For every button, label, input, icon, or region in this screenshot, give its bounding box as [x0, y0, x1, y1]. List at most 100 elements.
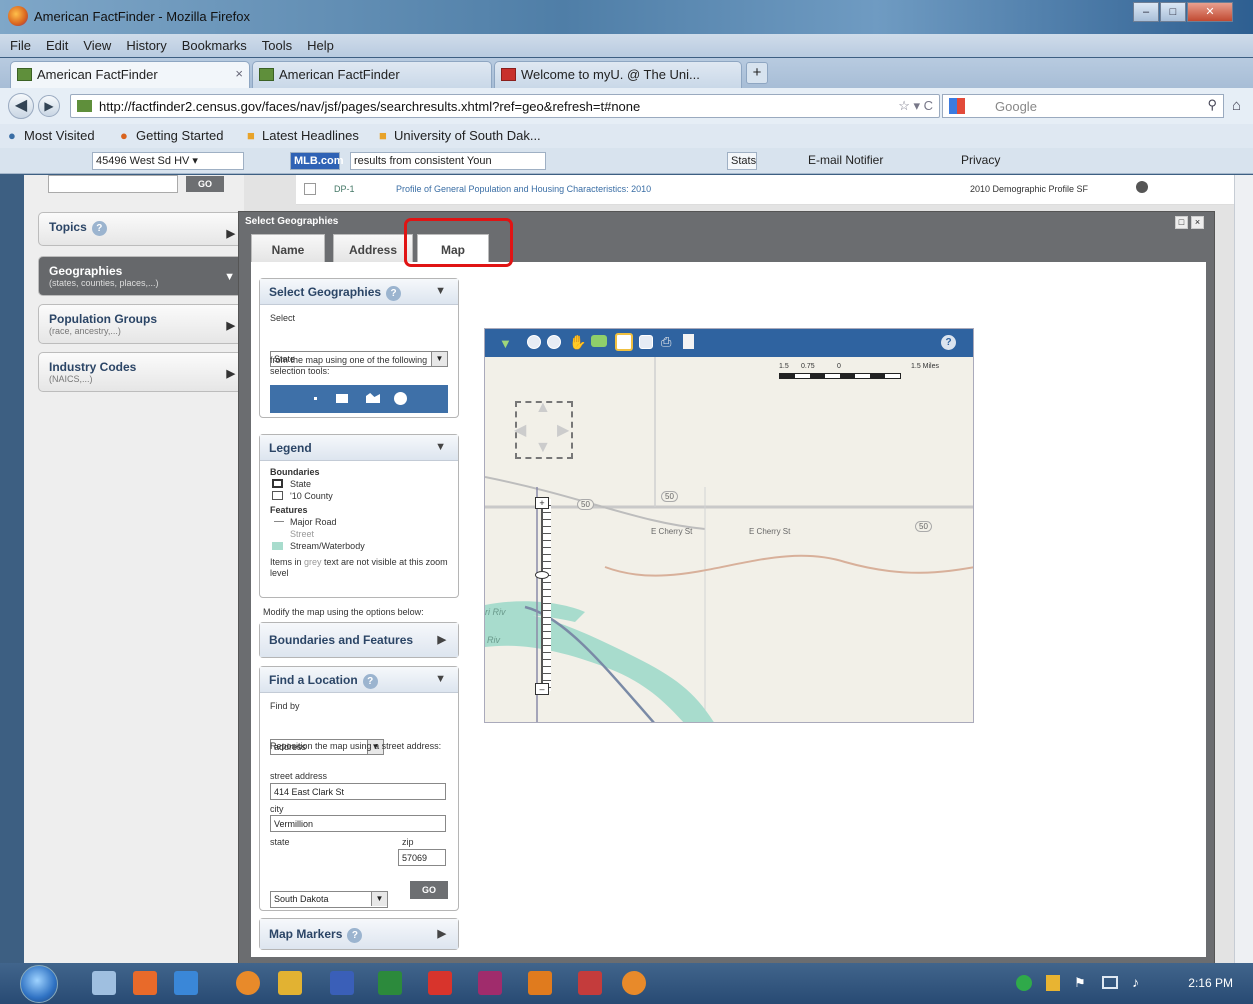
state-select[interactable]: South Dakota ▼ [270, 891, 388, 908]
search-input[interactable] [48, 175, 178, 193]
tray-security-icon[interactable] [1016, 975, 1032, 991]
tray-flag-icon[interactable]: ⚑ [1074, 975, 1086, 991]
page-scrollbar[interactable] [1234, 175, 1253, 963]
maximize-button[interactable]: □ [1160, 2, 1186, 22]
polygon-select-icon[interactable] [366, 393, 380, 403]
menu-help[interactable]: Help [307, 38, 334, 53]
close-tab-icon[interactable]: × [235, 66, 243, 81]
row-title-link[interactable]: Profile of General Population and Housin… [396, 184, 651, 194]
privacy-button[interactable]: Privacy [958, 152, 1012, 170]
bookmark-page-icon[interactable] [683, 334, 694, 349]
pan-left-icon[interactable]: ◀ [514, 420, 526, 440]
search-box[interactable]: Google ⚲ [942, 94, 1224, 118]
find-go-button[interactable]: GO [410, 881, 448, 899]
zoom-slider-plus-icon[interactable]: + [535, 497, 549, 509]
menu-tools[interactable]: Tools [262, 38, 292, 53]
info-icon[interactable] [1136, 181, 1148, 193]
bookmark-latest-headlines[interactable]: Latest Headlines [262, 128, 359, 143]
menu-file[interactable]: File [10, 38, 31, 53]
close-window-button[interactable]: ✕ [1187, 2, 1233, 22]
new-tab-button[interactable]: + [746, 62, 768, 84]
location-dropdown[interactable]: 45496 West Sd HV ▾ [92, 152, 244, 170]
map-globe-icon[interactable]: ▼ [499, 336, 512, 351]
sidebar-item-industry-codes[interactable]: Industry Codes (NAICS,...) ▶ [38, 352, 244, 392]
minimize-button[interactable]: – [1133, 2, 1159, 22]
acrobat-icon[interactable] [428, 971, 452, 995]
panel-header[interactable]: Find a Location? ▼ [260, 667, 458, 693]
zip-input[interactable]: 57069 [398, 849, 446, 866]
pan-right-icon[interactable]: ▶ [557, 420, 569, 440]
clock[interactable]: 2:16 PM [1188, 976, 1233, 990]
menu-history[interactable]: History [126, 38, 166, 53]
panel-header[interactable]: Legend ▼ [260, 435, 458, 461]
point-select-icon[interactable] [314, 397, 317, 400]
zoom-out-icon[interactable] [547, 335, 561, 349]
full-extent-icon[interactable] [591, 335, 607, 347]
layers-icon[interactable] [639, 335, 653, 349]
internet-explorer-icon[interactable] [174, 971, 198, 995]
forward-arrow-icon[interactable]: ▶ [38, 95, 60, 117]
bookmark-most-visited[interactable]: Most Visited [24, 128, 95, 143]
boundaries-features-panel[interactable]: Boundaries and Features ▶ [259, 622, 459, 658]
pan-hand-icon[interactable]: ✋ [569, 334, 586, 351]
sidebar-item-population-groups[interactable]: Population Groups (race, ancestry,...) ▶ [38, 304, 244, 344]
menu-view[interactable]: View [83, 38, 111, 53]
tab-american-factfinder-2[interactable]: American FactFinder [252, 61, 492, 88]
circle-select-icon[interactable] [394, 392, 407, 405]
map-help-icon[interactable]: ? [941, 335, 956, 350]
help-icon[interactable]: ? [386, 286, 402, 301]
url-bar[interactable]: http://factfinder2.census.gov/faces/nav/… [70, 94, 940, 118]
tab-address[interactable]: Address [333, 234, 413, 263]
panel-header[interactable]: Boundaries and Features ▶ [260, 623, 458, 657]
excel-icon[interactable] [378, 971, 402, 995]
explorer-folder-icon[interactable] [278, 971, 302, 995]
tab-american-factfinder-1[interactable]: American FactFinder × [10, 61, 250, 88]
pan-up-icon[interactable]: ▲ [535, 399, 551, 417]
tray-network-icon[interactable] [1102, 976, 1118, 989]
onenote-icon[interactable] [478, 971, 502, 995]
zoom-slider-minus-icon[interactable]: – [535, 683, 549, 695]
zoom-slider-handle[interactable] [535, 571, 549, 579]
home-icon[interactable]: ⌂ [1232, 97, 1241, 114]
dialog-minimize-icon[interactable]: □ [1175, 216, 1188, 229]
search-go-button[interactable]: GO [186, 176, 224, 192]
mlb-button[interactable]: MLB.com [290, 152, 344, 170]
tray-volume-icon[interactable]: ♪ [1132, 974, 1139, 990]
map-markers-panel[interactable]: Map Markers? ▶ [259, 918, 459, 950]
panel-header[interactable]: Map Markers? ▶ [260, 919, 458, 949]
menu-edit[interactable]: Edit [46, 38, 68, 53]
stats-button[interactable]: Stats [727, 152, 757, 170]
back-arrow-icon[interactable]: ◀ [8, 93, 34, 119]
firefox-active-icon[interactable] [622, 971, 646, 995]
help-icon[interactable]: ? [362, 674, 378, 689]
tab-welcome-myu[interactable]: Welcome to myU. @ The Uni... [494, 61, 742, 88]
street-address-input[interactable]: 414 East Clark St [270, 783, 446, 800]
zoom-slider-track[interactable] [541, 499, 551, 691]
reader-icon[interactable] [578, 971, 602, 995]
sidebar-item-topics[interactable]: Topics? ▶ [38, 212, 244, 246]
row-checkbox[interactable] [304, 183, 316, 195]
map-view[interactable]: ▼ ✋ ⎙ ? 1.5 0.75 0 1.5 Miles ▲ ▼ ◀ ▶ + –… [484, 328, 974, 723]
print-icon[interactable]: ⎙ [661, 334, 671, 350]
panel-header[interactable]: Select Geographies? ▼ [260, 279, 458, 305]
word-icon[interactable] [330, 971, 354, 995]
bookmark-getting-started[interactable]: Getting Started [136, 128, 223, 143]
rectangle-select-icon[interactable] [336, 394, 348, 403]
identify-icon[interactable] [615, 333, 633, 351]
illustrator-icon[interactable] [528, 971, 552, 995]
city-input[interactable]: Vermillion [270, 815, 446, 832]
email-notifier-button[interactable]: E-mail Notifier [805, 152, 917, 170]
bookmark-star-icon[interactable]: ☆ ▾ C [898, 98, 933, 114]
start-button[interactable] [20, 965, 58, 1003]
show-desktop-icon[interactable] [92, 971, 116, 995]
zoom-in-icon[interactable] [527, 335, 541, 349]
media-player-icon[interactable] [133, 971, 157, 995]
pan-down-icon[interactable]: ▼ [535, 439, 551, 457]
sidebar-item-geographies[interactable]: Geographies (states, counties, places,..… [38, 256, 244, 296]
results-field[interactable]: results from consistent Youn [350, 152, 546, 170]
firefox-taskbar-icon[interactable] [236, 971, 260, 995]
dialog-close-icon[interactable]: × [1191, 216, 1204, 229]
help-icon[interactable]: ? [91, 221, 107, 236]
bookmark-usd[interactable]: University of South Dak... [394, 128, 541, 143]
tray-shield-icon[interactable] [1046, 975, 1060, 991]
